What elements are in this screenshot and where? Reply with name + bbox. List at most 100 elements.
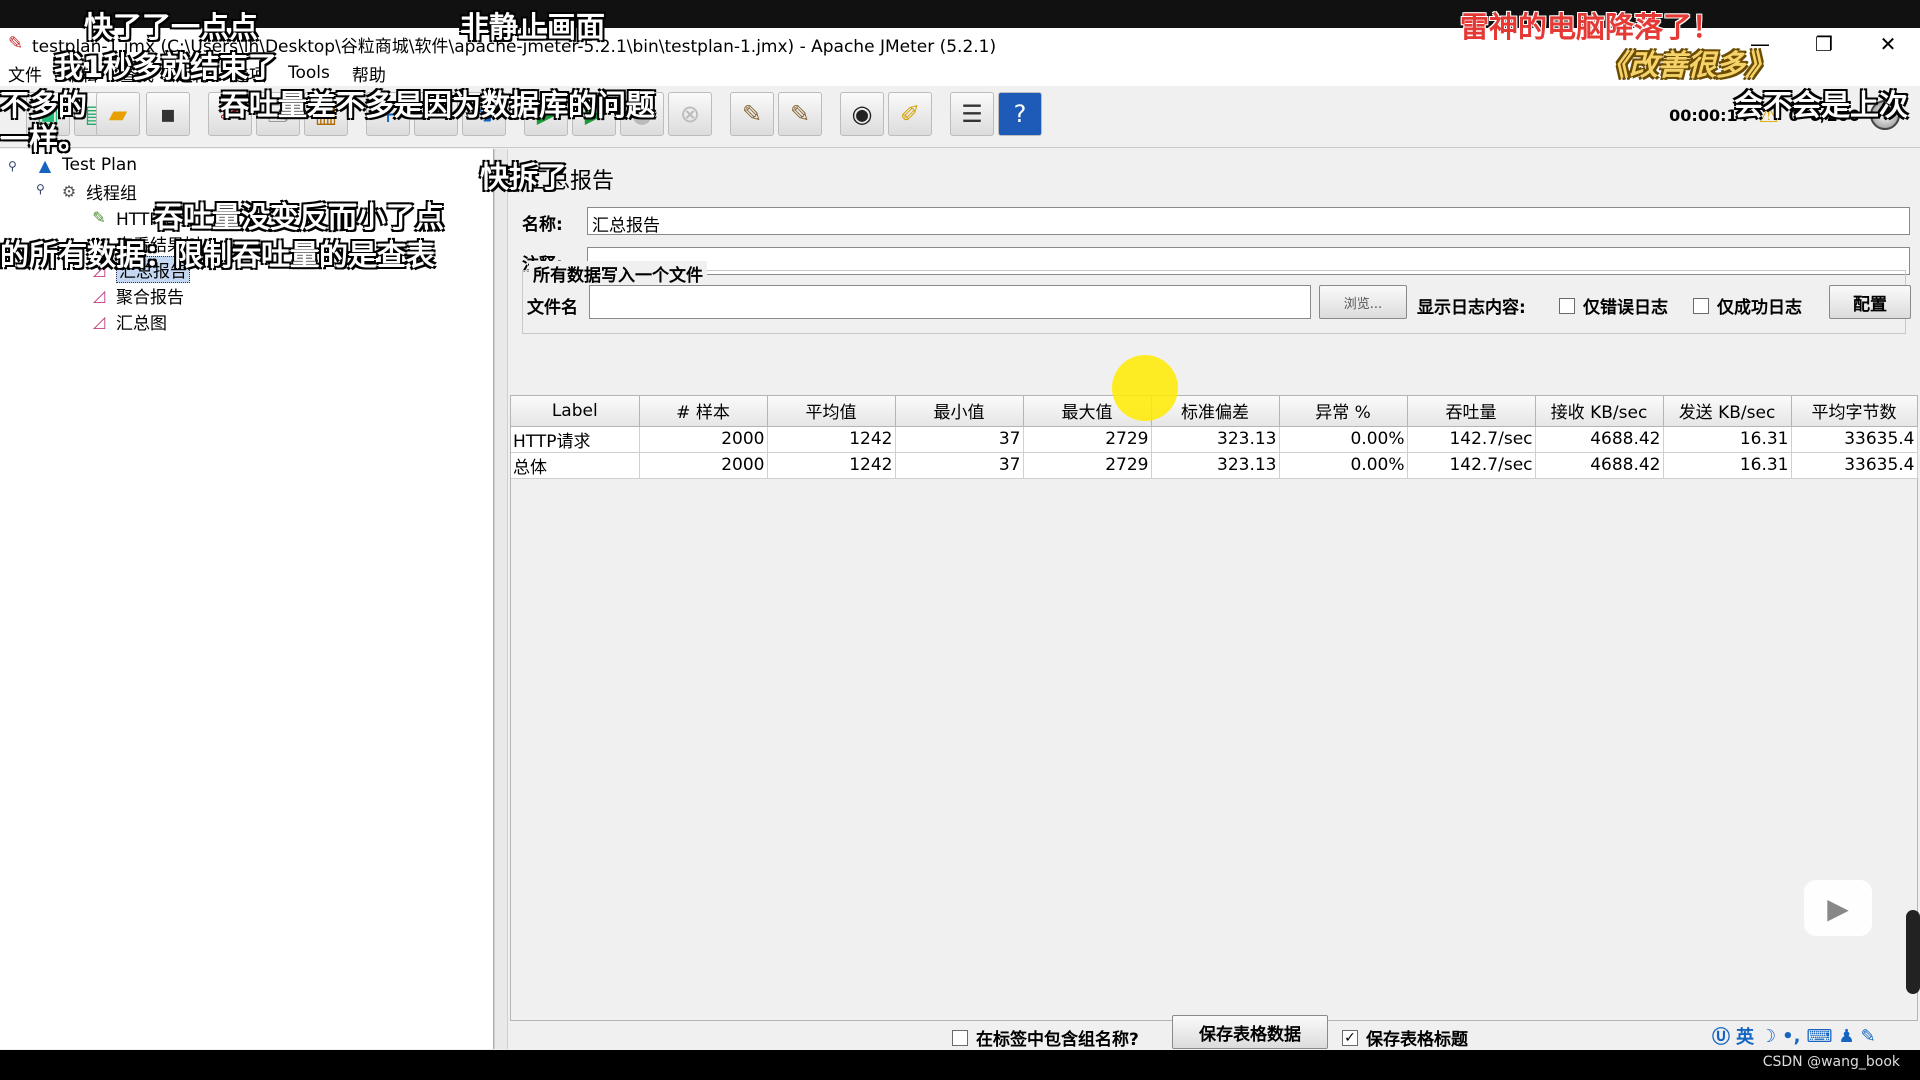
shutdown-icon[interactable]: ⊗	[668, 92, 712, 136]
log-display-label: 显示日志内容:	[1417, 298, 1526, 318]
danmaku-comment: 《改善很多》	[1600, 48, 1775, 82]
tree-item-aggregate-report[interactable]: ◿ 聚合报告	[88, 283, 184, 308]
column-header[interactable]: Label	[511, 396, 640, 427]
table-cell: 2000	[639, 426, 768, 453]
keyboard-icon[interactable]: ⌨	[1806, 1026, 1832, 1047]
save-icon[interactable]: ▪	[146, 92, 190, 136]
success-only-checkbox[interactable]: 仅成功日志	[1693, 293, 1802, 318]
column-header[interactable]: 平均字节数	[1791, 396, 1918, 427]
reset-search-icon[interactable]: ✐	[888, 92, 932, 136]
table-cell: 37	[895, 452, 1024, 479]
tree-toggle-icon[interactable]: ⚲	[8, 159, 22, 173]
table-cell: 总体	[511, 452, 640, 479]
danmaku-comment: 我1秒多就结束了	[54, 50, 278, 84]
danmaku-comment: 吞吐量没变反而小了点	[154, 200, 445, 234]
table-cell: 16.31	[1663, 452, 1792, 479]
table-cell: 323.13	[1151, 452, 1280, 479]
punctuation-icon[interactable]: •,	[1782, 1026, 1800, 1047]
column-header[interactable]: 平均值	[767, 396, 896, 427]
clear-all-icon[interactable]: ✎	[778, 92, 822, 136]
table-cell: 0.00%	[1279, 426, 1408, 453]
function-helper-icon[interactable]: ☰	[950, 92, 994, 136]
jmeter-window: ✎ testplan-1.jmx (C:\Users\lh\Desktop\谷粒…	[0, 28, 1920, 1050]
checked-checkbox-icon: ✓	[1342, 1029, 1358, 1046]
filename-label: 文件名	[527, 298, 578, 318]
checkbox-icon	[1693, 297, 1709, 314]
save-table-data-button[interactable]: 保存表格数据	[1172, 1015, 1328, 1049]
table-row[interactable]: HTTP请求 2000 1242 37 2729 323.13 0.00% 14…	[511, 426, 1918, 453]
tree-toggle-icon[interactable]: ⚲	[36, 182, 50, 196]
errors-only-checkbox[interactable]: 仅错误日志	[1559, 293, 1668, 318]
table-cell: 33635.4	[1791, 452, 1918, 479]
search-icon[interactable]: ◉	[840, 92, 884, 136]
save-table-header-checkbox[interactable]: ✓ 保存表格标题	[1342, 1025, 1468, 1050]
column-header[interactable]: 接收 KB/sec	[1535, 396, 1664, 427]
table-cell: 2729	[1023, 426, 1152, 453]
table-cell: 37	[895, 426, 1024, 453]
name-label: 名称:	[522, 215, 563, 235]
table-cell: 2000	[639, 452, 768, 479]
column-header[interactable]: 吞吐量	[1407, 396, 1536, 427]
moon-icon[interactable]: ☽	[1760, 1026, 1776, 1047]
video-play-icon[interactable]: ▶	[1804, 880, 1872, 936]
table-cell: 4688.42	[1535, 426, 1664, 453]
configure-button[interactable]: 配置	[1829, 285, 1911, 319]
table-cell: HTTP请求	[511, 426, 640, 453]
scrollbar-grip[interactable]	[1906, 910, 1920, 994]
table-cell: 0.00%	[1279, 452, 1408, 479]
column-header[interactable]: 异常 %	[1279, 396, 1408, 427]
help-icon[interactable]: ?	[998, 92, 1042, 136]
table-cell: 2729	[1023, 452, 1152, 479]
write-results-group: 所有数据写入一个文件 文件名 浏览... 显示日志内容: 仅错误日志 仅成功日志…	[522, 261, 1911, 334]
danmaku-comment: 一样。	[0, 122, 88, 156]
listener-icon: ◿	[92, 311, 106, 331]
ime-tray: Ⓤ 英 ☽ •, ⌨ ♟ ✎	[1712, 1022, 1876, 1050]
clear-icon[interactable]: ✎	[730, 92, 774, 136]
column-header[interactable]: 发送 KB/sec	[1663, 396, 1792, 427]
wrench-icon[interactable]: ✎	[1861, 1026, 1876, 1047]
ime-language[interactable]: 英	[1736, 1023, 1754, 1049]
ime-logo-icon[interactable]: Ⓤ	[1712, 1023, 1730, 1049]
danmaku-comment: 雷神的电脑降落了！	[1460, 10, 1722, 44]
listener-icon: ◿	[92, 285, 106, 305]
filename-field[interactable]	[589, 285, 1311, 319]
tree-item-summary-graph[interactable]: ◿ 汇总图	[88, 309, 167, 334]
watermark-credit: CSDN @wang_book	[1762, 1054, 1900, 1070]
menu-tools[interactable]: Tools	[288, 63, 330, 83]
danmaku-comment: 快了了一点点	[84, 10, 259, 44]
column-header[interactable]: # 样本	[639, 396, 768, 427]
tree-item-thread-group[interactable]: ⚙ 线程组	[58, 179, 137, 204]
close-button[interactable]: ✕	[1856, 28, 1920, 60]
danmaku-comment: 非静止画面	[460, 10, 606, 44]
summary-report-panel: 汇总报告 名称: 汇总报告 注释: 所有数据写入一个文件 文件名 浏览... 显…	[508, 149, 1920, 1050]
restore-button[interactable]: ❐	[1792, 28, 1856, 60]
user-icon[interactable]: ♟	[1838, 1026, 1854, 1047]
table-cell: 1242	[767, 426, 896, 453]
test-plan-tree: ⚲ ▲ Test Plan ⚲ ⚙ 线程组 ✎ HTTP请求 ◿ 查看结果树 ◿…	[0, 149, 494, 1049]
table-cell: 1242	[767, 452, 896, 479]
group-title: 所有数据写入一个文件	[529, 261, 707, 286]
summary-table: Label # 样本 平均值 最小值 最大值 标准偏差 异常 % 吞吐量 接收 …	[511, 396, 1918, 479]
checkbox-icon	[1559, 297, 1575, 314]
include-group-name-checkbox[interactable]: 在标签中包含组名称?	[952, 1025, 1139, 1050]
column-header[interactable]: 最小值	[895, 396, 1024, 427]
mouse-cursor-highlight	[1112, 355, 1178, 421]
browse-button[interactable]: 浏览...	[1319, 285, 1407, 319]
table-cell: 142.7/sec	[1407, 452, 1536, 479]
screen: ✎ testplan-1.jmx (C:\Users\lh\Desktop\谷粒…	[0, 0, 1920, 1080]
table-cell: 323.13	[1151, 426, 1280, 453]
checkbox-icon	[952, 1029, 968, 1046]
jmeter-feather-icon: ✎	[8, 33, 24, 54]
table-row[interactable]: 总体 2000 1242 37 2729 323.13 0.00% 142.7/…	[511, 452, 1918, 479]
bottom-bar: 在标签中包含组名称? 保存表格数据 ✓ 保存表格标题	[508, 1015, 1920, 1050]
table-cell: 33635.4	[1791, 426, 1918, 453]
table-cell: 4688.42	[1535, 452, 1664, 479]
results-table-area: Label # 样本 平均值 最小值 最大值 标准偏差 异常 % 吞吐量 接收 …	[510, 395, 1918, 1021]
gear-icon: ⚙	[61, 181, 77, 201]
open-icon[interactable]: ▰	[96, 92, 140, 136]
danmaku-comment: 会不会是上次	[1734, 88, 1909, 122]
table-cell: 16.31	[1663, 426, 1792, 453]
split-pane-divider[interactable]	[494, 149, 508, 1049]
danmaku-comment: 快拆了	[480, 160, 568, 194]
name-field[interactable]: 汇总报告	[587, 207, 1910, 235]
